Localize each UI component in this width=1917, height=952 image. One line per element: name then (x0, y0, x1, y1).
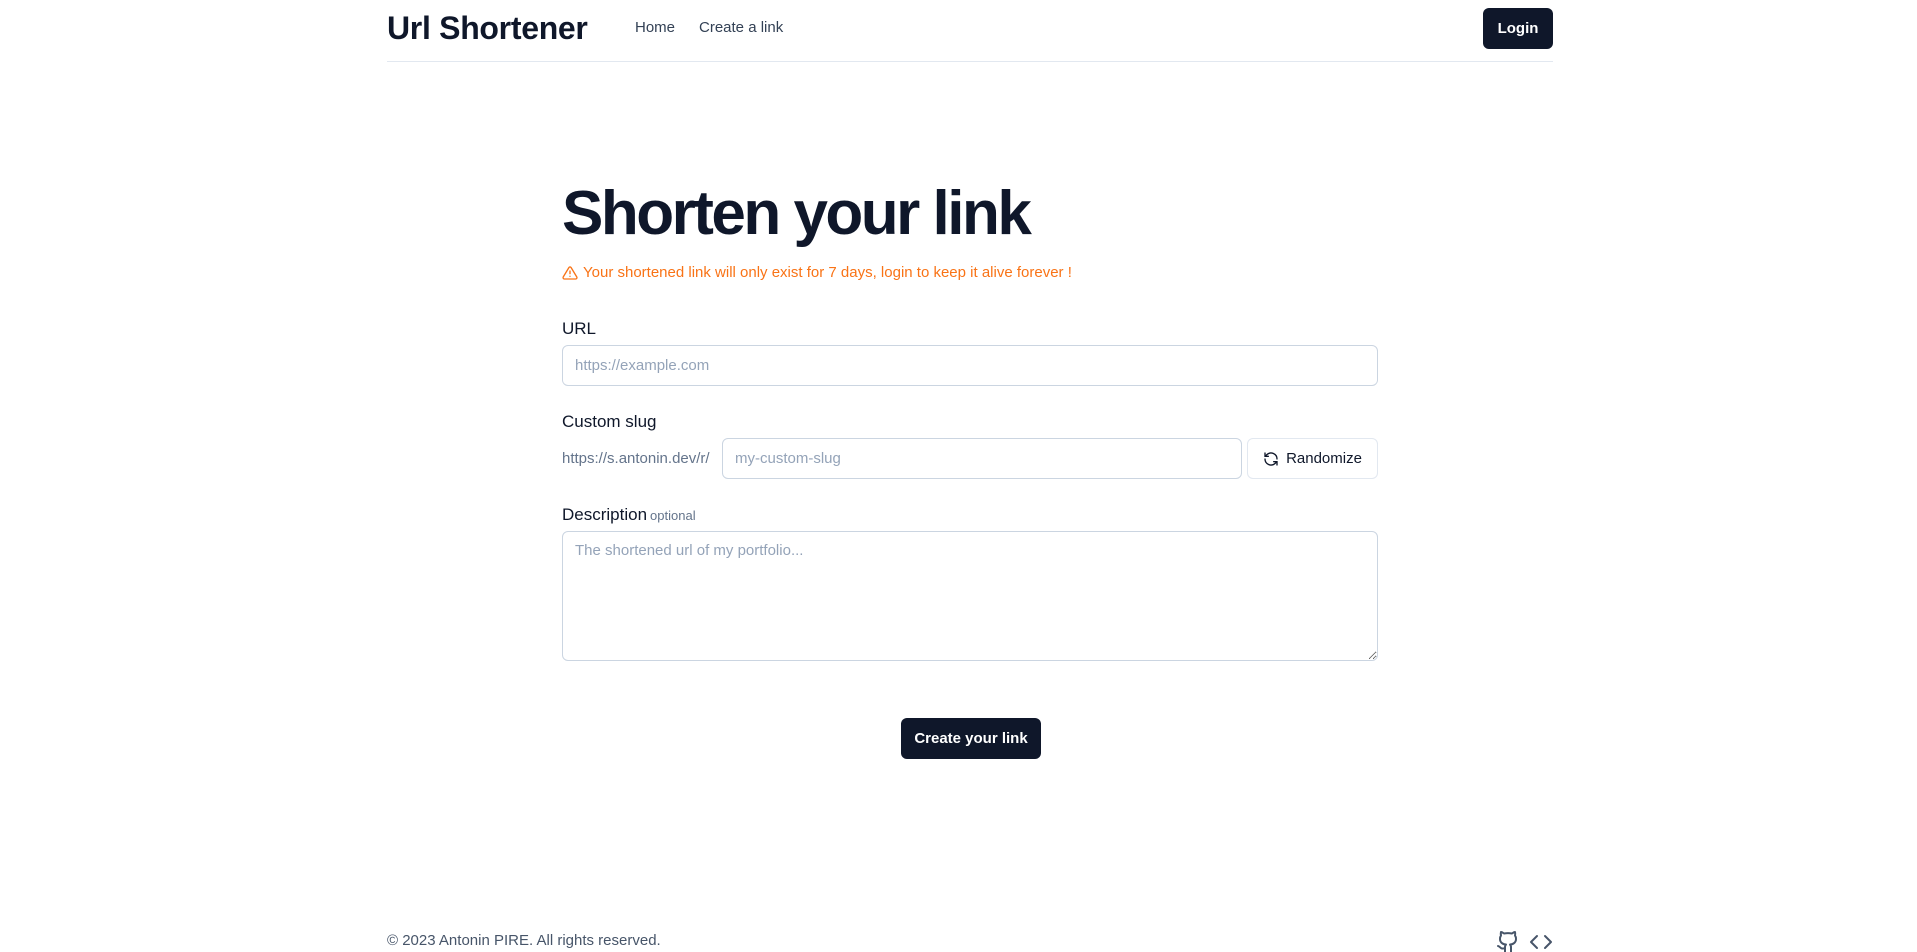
brand-title[interactable]: Url Shortener (387, 10, 588, 47)
url-label: URL (562, 319, 597, 338)
refresh-icon (1264, 451, 1278, 466)
randomize-button[interactable]: Randomize (1247, 438, 1378, 479)
optional-tag: optional (650, 508, 696, 523)
randomize-label: Randomize (1286, 450, 1362, 467)
url-input[interactable] (562, 345, 1378, 386)
slug-label: Custom slug (562, 412, 657, 431)
slug-input[interactable] (722, 438, 1242, 479)
slug-prefix: https://s.antonin.dev/r/ (562, 450, 710, 467)
description-label: Description optional (562, 505, 696, 525)
copyright-text: © 2023 Antonin PIRE. All rights reserved… (387, 932, 661, 949)
github-icon[interactable] (1496, 930, 1520, 952)
description-textarea[interactable] (562, 531, 1378, 661)
warning-text: Your shortened link will only exist for … (583, 264, 1072, 281)
warning-message: Your shortened link will only exist for … (562, 264, 1072, 281)
login-button[interactable]: Login (1483, 8, 1553, 49)
code-icon[interactable] (1529, 930, 1553, 952)
page-title: Shorten your link (562, 179, 1032, 248)
nav-link-create[interactable]: Create a link (699, 19, 783, 36)
create-link-button[interactable]: Create your link (901, 718, 1041, 759)
warning-icon (562, 265, 578, 280)
site-header: Url Shortener Home Create a link Login (387, 0, 1553, 62)
description-label-text: Description (562, 505, 648, 524)
nav-link-home[interactable]: Home (635, 19, 675, 36)
